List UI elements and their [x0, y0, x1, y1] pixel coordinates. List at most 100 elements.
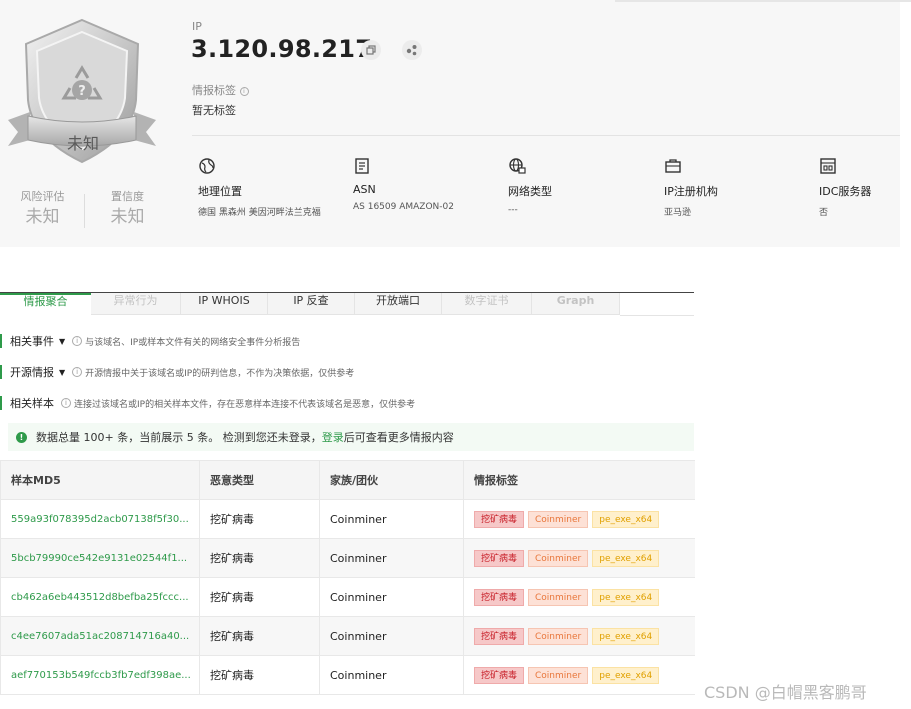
tag-badge: 挖矿病毒: [474, 666, 525, 684]
caret-down-icon[interactable]: ▼: [59, 337, 65, 346]
top-edge-strip: [615, 0, 911, 2]
idc-title: IDC服务器: [819, 185, 872, 198]
malware-type: 挖矿病毒: [199, 538, 320, 578]
tag-badge: pe_exe_x64: [592, 627, 660, 645]
sample-md5-link[interactable]: cb462a6eb443512d8befba25fccc...: [0, 577, 200, 617]
risk-score-label: 风险评估: [20, 190, 65, 203]
network-type-value: ---: [508, 205, 518, 215]
tag-badge: 挖矿病毒: [474, 510, 525, 528]
table-row: cb462a6eb443512d8befba25fccc... 挖矿病毒 Coi…: [0, 577, 695, 617]
copy-icon: [366, 45, 376, 55]
info-filled-icon: !: [16, 431, 27, 443]
registrar-title: IP注册机构: [664, 185, 718, 198]
idc-value: 否: [819, 208, 829, 218]
risk-score-value: 未知: [25, 207, 60, 227]
document-icon: [355, 158, 369, 174]
tabs-baseline: [620, 315, 694, 316]
table-row: 5bcb79990ce542e9131e02544f1... 挖矿病毒 Coin…: [0, 538, 695, 578]
table-header-row: 样本MD5 恶意类型 家族/团伙 情报标签: [0, 460, 695, 500]
tag-badge: 挖矿病毒: [474, 627, 525, 645]
section-marker: [0, 365, 2, 379]
malware-type: 挖矿病毒: [199, 499, 320, 539]
location-title: 地理位置: [198, 185, 242, 198]
sample-md5-link[interactable]: c4ee7607ada51ac208714716a40...: [0, 616, 200, 656]
watermark: CSDN @白帽黑客鹏哥: [704, 683, 867, 702]
caret-down-icon[interactable]: ▼: [59, 368, 65, 377]
tag-badge: pe_exe_x64: [592, 588, 660, 606]
info-icon: i: [72, 367, 83, 377]
svg-text:?: ?: [78, 84, 86, 99]
table-row: 559a93f078395d2acb07138f5f30... 挖矿病毒 Coi…: [0, 499, 695, 539]
samples-table: 样本MD5 恶意类型 家族/团伙 情报标签 559a93f078395d2acb…: [0, 460, 695, 695]
malware-type: 挖矿病毒: [199, 577, 320, 617]
tag-badge: pe_exe_x64: [592, 549, 660, 567]
column-header-family: 家族/团伙: [319, 460, 464, 500]
intel-tags: 挖矿病毒 Coinminer pe_exe_x64: [463, 577, 695, 617]
login-notice: ! 数据总量 100+ 条，当前展示 5 条。 检测到您还未登录， 登录 后可查…: [8, 423, 694, 451]
column-header-md5: 样本MD5: [0, 460, 200, 500]
tag-badge: Coinminer: [528, 510, 589, 528]
intel-tag-value: 暂无标签: [192, 104, 236, 117]
section-hint: 开源情报中关于该域名或IP的研判信息，不作为决策依据，仅供参考: [85, 368, 355, 379]
tag-badge: Coinminer: [528, 666, 589, 684]
globe-icon: [199, 158, 215, 174]
section-marker: [0, 396, 2, 410]
tab-open-ports[interactable]: 开放端口: [355, 293, 442, 315]
asn-value: AS 16509 AMAZON-02: [353, 202, 454, 212]
tag-badge: Coinminer: [528, 627, 589, 645]
tag-badge: Coinminer: [528, 549, 589, 567]
sample-md5-link[interactable]: aef770153b549fccb3fb7edf398ae...: [0, 655, 200, 695]
family-name: Coinminer: [319, 616, 464, 656]
notice-text: 数据总量 100+ 条，当前展示 5 条。 检测到您还未登录，: [36, 431, 322, 444]
tab-certificates[interactable]: 数字证书: [442, 293, 532, 315]
tab-ip-reverse[interactable]: IP 反查: [268, 293, 355, 315]
family-name: Coinminer: [319, 538, 464, 578]
tab-bar: 情报聚合 异常行为 IP WHOIS IP 反查 开放端口 数字证书 Graph: [0, 293, 694, 316]
confidence-value: 未知: [110, 207, 145, 227]
section-osint: 开源情报 ▼ i 开源情报中关于该域名或IP的研判信息，不作为决策依据，仅供参考: [0, 364, 354, 380]
family-name: Coinminer: [319, 499, 464, 539]
copy-button[interactable]: [361, 40, 381, 60]
intel-tag-title: 情报标签 i: [192, 82, 249, 98]
section-related-samples: 相关样本 i 连接过该域名或IP的相关样本文件，存在恶意样本连接不代表该域名是恶…: [0, 395, 415, 411]
info-network-type: 网络类型 ---: [508, 157, 658, 215]
info-location: 地理位置 德国 黑森州 美因河畔法兰克福: [198, 157, 348, 218]
tab-graph[interactable]: Graph: [532, 293, 620, 315]
location-value: 德国 黑森州 美因河畔法兰克福: [198, 208, 321, 218]
section-related-events: 相关事件 ▼ i 与该域名、IP或样本文件有关的网络安全事件分析报告: [0, 333, 300, 349]
tag-badge: 挖矿病毒: [474, 588, 525, 606]
risk-badge: ? 未知: [6, 16, 158, 166]
confidence-label: 置信度: [111, 190, 144, 203]
malware-type: 挖矿病毒: [199, 616, 320, 656]
score-group: 风险评估 未知 置信度 未知: [0, 190, 170, 235]
info-icon: i: [239, 86, 249, 96]
tag-badge: pe_exe_x64: [592, 510, 660, 528]
ip-summary-panel: ? 未知 风险评估 未知 置信度 未知 IP 3.120.98.217 情报标签…: [0, 0, 900, 247]
login-link[interactable]: 登录: [322, 429, 344, 445]
graph-button[interactable]: [402, 40, 422, 60]
tag-badge: pe_exe_x64: [592, 666, 660, 684]
briefcase-icon: [665, 159, 681, 173]
section-hint: 连接过该域名或IP的相关样本文件，存在恶意样本连接不代表该域名是恶意，仅供参考: [74, 399, 416, 410]
sample-md5-link[interactable]: 559a93f078395d2acb07138f5f30...: [0, 499, 200, 539]
info-icon: i: [61, 398, 71, 408]
info-asn: ASN AS 16509 AMAZON-02: [353, 157, 503, 212]
info-idc: IDC服务器 否: [819, 157, 911, 218]
intel-tags: 挖矿病毒 Coinminer pe_exe_x64: [463, 616, 695, 656]
server-icon: [820, 158, 836, 174]
divider: [192, 135, 900, 136]
column-header-type: 恶意类型: [199, 460, 320, 500]
asn-title: ASN: [353, 183, 376, 196]
info-icon: i: [72, 336, 83, 346]
table-row: aef770153b549fccb3fb7edf398ae... 挖矿病毒 Co…: [0, 655, 695, 695]
section-title: 相关样本: [10, 397, 54, 410]
sample-md5-link[interactable]: 5bcb79990ce542e9131e02544f1...: [0, 538, 200, 578]
tag-badge: Coinminer: [528, 588, 589, 606]
tab-intel-aggregation[interactable]: 情报聚合: [0, 293, 91, 315]
registrar-value: 亚马逊: [664, 208, 692, 218]
section-title: 开源情报: [10, 366, 54, 379]
intel-tags: 挖矿病毒 Coinminer pe_exe_x64: [463, 655, 695, 695]
section-hint: 与该域名、IP或样本文件有关的网络安全事件分析报告: [85, 337, 301, 348]
tab-ip-whois[interactable]: IP WHOIS: [181, 293, 268, 315]
tab-abnormal-behavior[interactable]: 异常行为: [91, 293, 181, 315]
